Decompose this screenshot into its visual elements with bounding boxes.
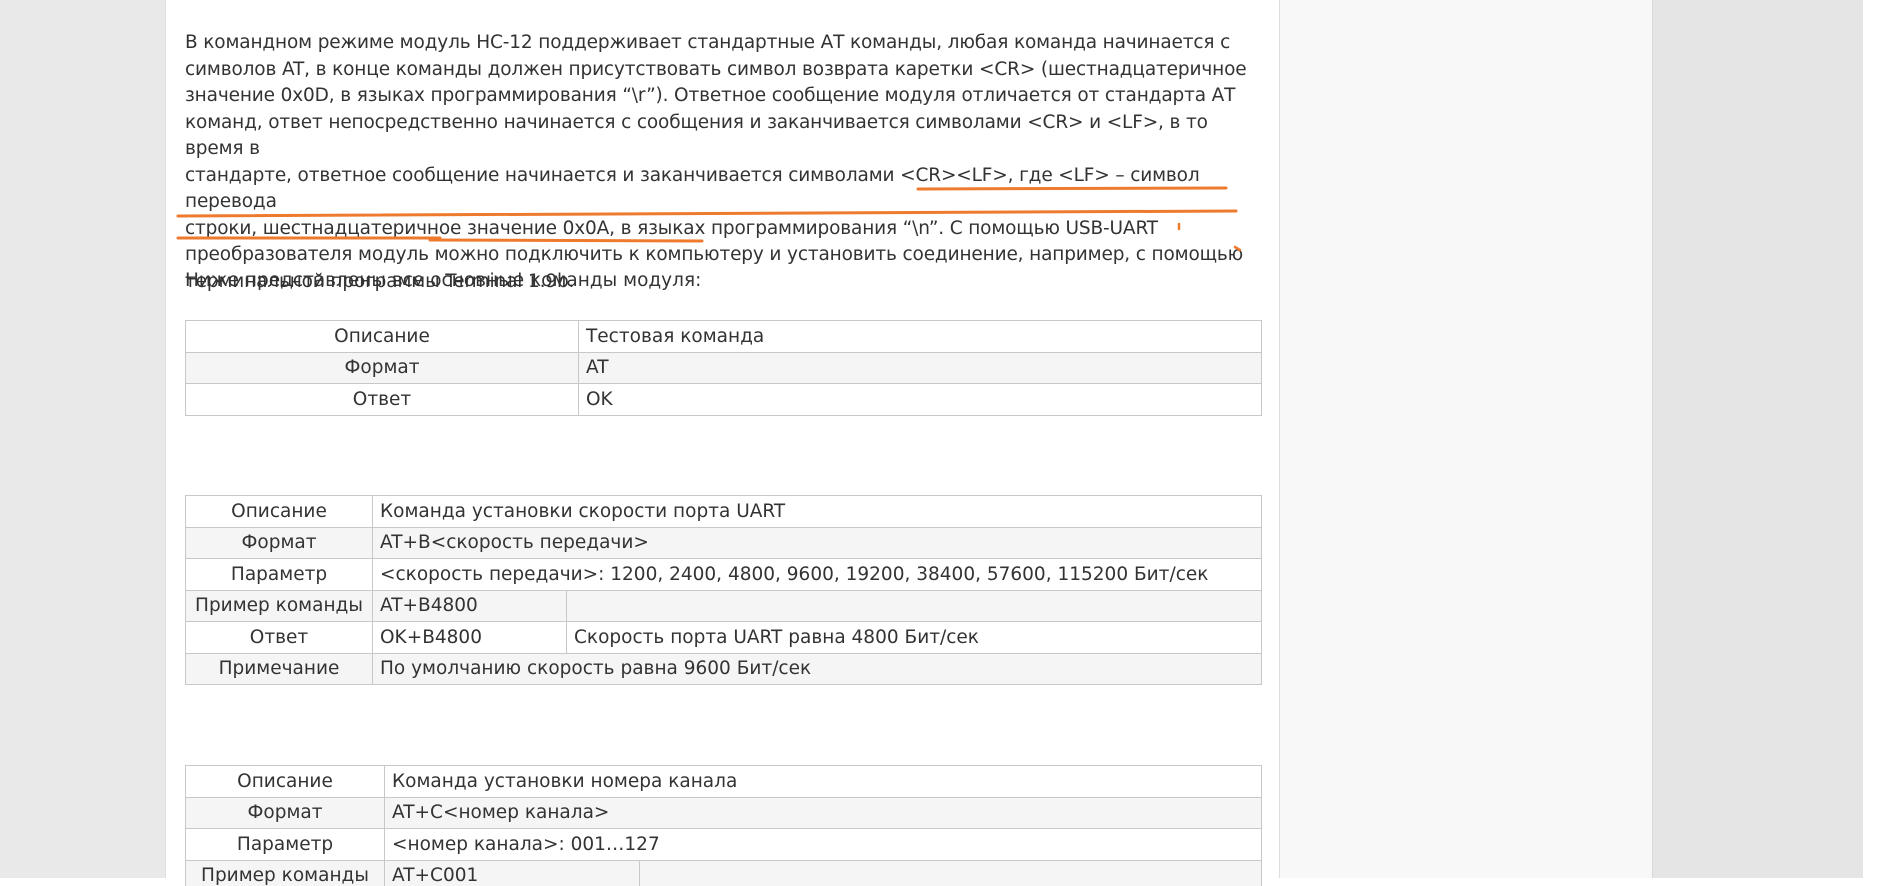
row-note: [566, 589, 1262, 622]
row-value: AT+C<номер канала>: [383, 796, 1263, 829]
row-label: Пример команды: [185, 859, 385, 886]
intro-line: строки, шестнадцатеричное значение 0x0A,…: [185, 217, 1158, 239]
intro-paragraph: В командном режиме модуль HC-12 поддержи…: [185, 30, 1265, 295]
window-edge: [1863, 0, 1882, 886]
row-value: AT+C001: [384, 859, 640, 886]
row-value: Команда установки номера канала: [383, 765, 1263, 798]
row-value: <номер канала>: 001…127: [383, 828, 1263, 861]
row-label: Описание: [185, 765, 385, 798]
table-row: Формат AT+C<номер канала>: [185, 796, 1263, 829]
row-value: По умолчанию скорость равна 9600 Бит/сек: [372, 652, 1262, 685]
intro-line: значение 0x0D, в языках программирования…: [185, 85, 1236, 106]
table-row: Параметр <скорость передачи>: 1200, 2400…: [185, 558, 1262, 591]
row-value: Тестовая команда: [578, 320, 1262, 353]
table-row: Описание Команда установки номера канала: [185, 765, 1263, 798]
table-row: Ответ OK: [185, 383, 1262, 416]
table-row: Формат AT+B<скорость передачи>: [185, 526, 1262, 559]
at-command-table: Описание Тестовая команда Формат AT Отве…: [185, 320, 1262, 416]
table-row: Пример команды AT+B4800: [185, 589, 1262, 622]
intro-line: стандарте, ответное сообщение начинается…: [185, 164, 1200, 213]
sidebar: [1280, 0, 1652, 878]
row-label: Примечание: [185, 652, 373, 685]
row-label: Параметр: [185, 558, 373, 591]
at-command-table: Описание Команда установки номера канала…: [185, 765, 1263, 886]
row-label: Описание: [185, 320, 579, 353]
table-row: Описание Тестовая команда: [185, 320, 1262, 353]
table-row: Формат AT: [185, 351, 1262, 384]
table-row: Ответ OK+B4800 Скорость порта UART равна…: [185, 621, 1262, 654]
row-value: AT: [578, 351, 1262, 384]
table-row: Пример команды AT+C001: [185, 859, 1263, 886]
row-value: Команда установки скорости порта UART: [372, 495, 1262, 528]
row-value: AT+B<скорость передачи>: [372, 526, 1262, 559]
intro-line: команд, ответ непосредственно начинается…: [185, 111, 1208, 160]
row-label: Пример команды: [185, 589, 373, 622]
row-value: AT+B4800: [372, 589, 567, 622]
row-note: Скорость порта UART равна 4800 Бит/сек: [566, 621, 1262, 654]
page-background-right: [1652, 0, 1863, 878]
table-row: Параметр <номер канала>: 001…127: [185, 828, 1263, 861]
row-note: [638, 859, 1263, 886]
row-label: Формат: [185, 526, 373, 559]
at-command-table: Описание Команда установки скорости порт…: [185, 495, 1262, 685]
row-label: Описание: [185, 495, 373, 528]
commands-lead: Ниже представлены все основные команды м…: [185, 270, 702, 291]
table-row: Примечание По умолчанию скорость равна 9…: [185, 652, 1262, 685]
row-label: Формат: [185, 796, 385, 829]
row-value: <скорость передачи>: 1200, 2400, 4800, 9…: [372, 558, 1262, 591]
intro-line: символов AT, в конце команды должен прис…: [185, 58, 1247, 80]
intro-line: преобразователя модуль можно подключить …: [185, 244, 1244, 265]
row-label: Ответ: [185, 383, 579, 416]
table-row: Описание Команда установки скорости порт…: [185, 495, 1262, 528]
intro-line: В командном режиме модуль HC-12 поддержи…: [185, 32, 1231, 53]
row-value: OK+B4800: [372, 621, 567, 654]
row-label: Параметр: [185, 828, 385, 861]
row-value: OK: [578, 383, 1262, 416]
row-label: Ответ: [185, 621, 373, 654]
page-background-left: [0, 0, 165, 878]
row-label: Формат: [185, 351, 579, 384]
